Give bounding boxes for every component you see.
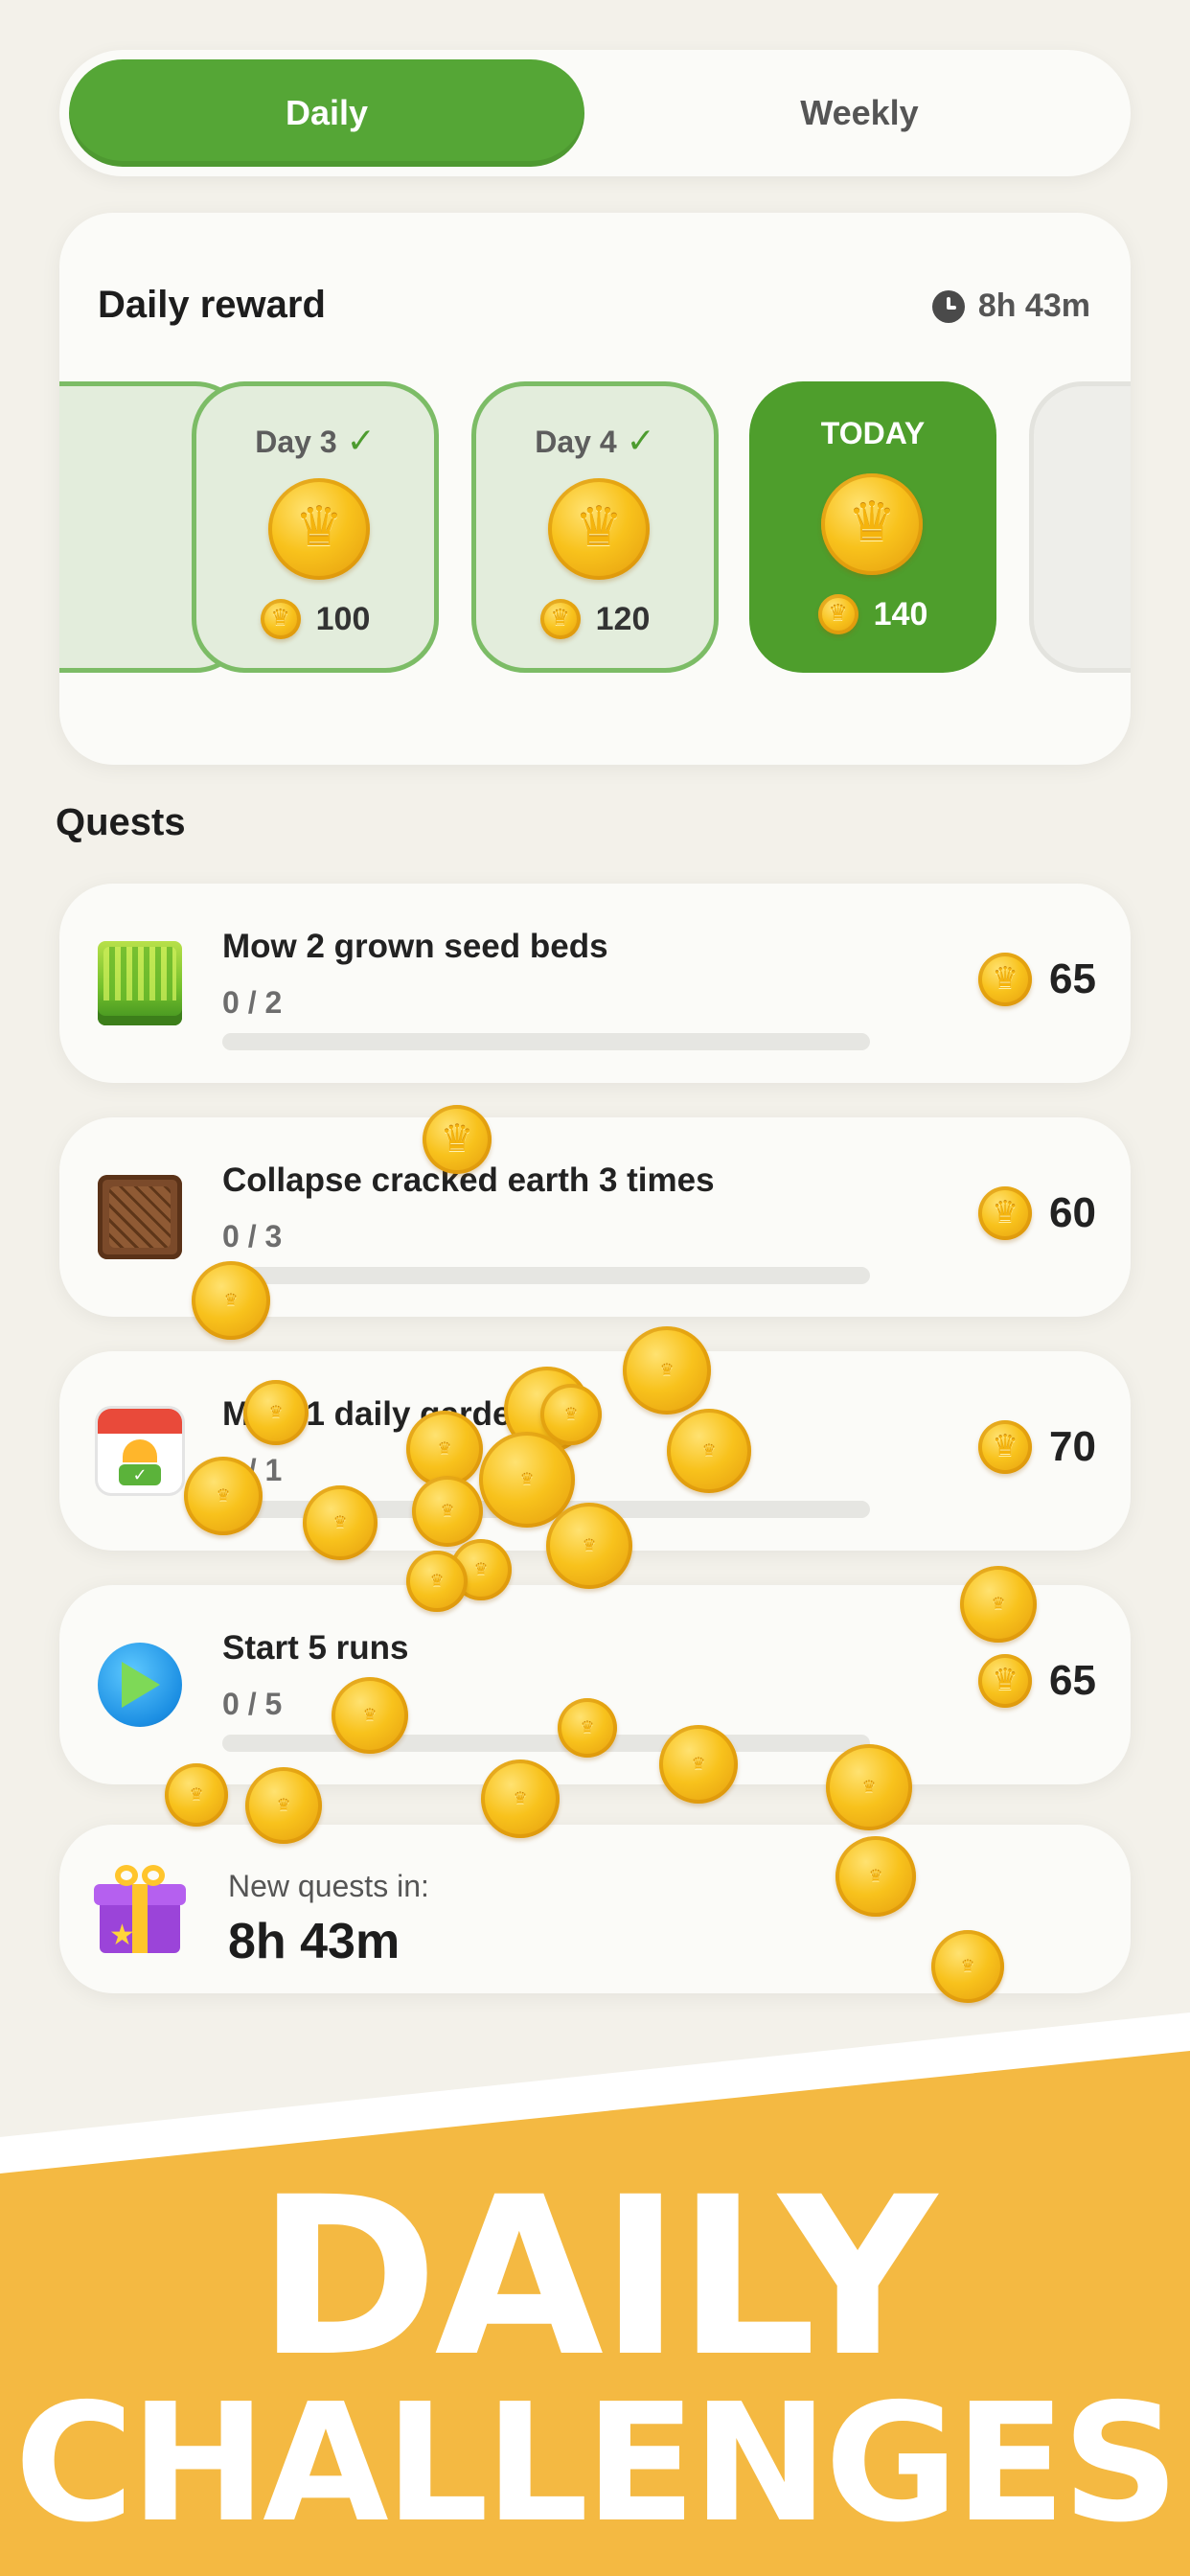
day-amount: 100	[315, 600, 371, 637]
coin-icon	[623, 1326, 711, 1414]
coin-icon	[245, 1767, 322, 1844]
daily-reward-card: Daily reward 8h 43m ✓ Day 3 ✓ 100 Day 4 ✓ …	[59, 213, 1131, 765]
new-quests-timer: 8h 43m	[228, 1914, 400, 1969]
day-label: TODAY	[820, 416, 926, 450]
day-label: Day 3	[255, 425, 337, 459]
coin-icon	[260, 599, 301, 639]
banner-title-line2: CHALLENGES	[14, 2369, 1179, 2559]
coin-icon	[960, 1566, 1037, 1643]
reward-day-4[interactable]: Day 4 ✓ 120	[471, 381, 719, 673]
coin-icon	[659, 1725, 738, 1804]
quest-title: Mow 2 grown seed beds	[222, 928, 608, 965]
reward-timer: 8h 43m	[931, 288, 1090, 325]
reward-day-today[interactable]: TODAY 140	[749, 381, 996, 673]
check-icon: ✓	[626, 421, 655, 460]
coin-icon	[546, 1503, 632, 1589]
day-label: Day 4	[535, 425, 617, 459]
banner-title-line1: DAILY	[257, 2150, 936, 2404]
tab-weekly[interactable]: Weekly	[598, 59, 1121, 167]
day-amount: 140	[873, 595, 928, 632]
quest-progress: 0 / 3	[222, 1219, 283, 1254]
coin-icon	[978, 1654, 1033, 1708]
progress-bar	[222, 1033, 870, 1050]
coin-icon	[548, 478, 650, 580]
quest-reward: 70	[1049, 1423, 1096, 1470]
quest-progress: 0 / 2	[222, 985, 283, 1020]
coin-icon	[165, 1763, 228, 1827]
coin-icon	[423, 1105, 492, 1174]
coin-icon	[826, 1744, 912, 1830]
coin-icon	[978, 1420, 1033, 1474]
coin-icon	[192, 1261, 270, 1340]
calendar-icon: ✓	[98, 1409, 182, 1493]
reward-timer-text: 8h 43m	[977, 288, 1090, 324]
coin-icon	[540, 1384, 602, 1445]
coin-icon	[303, 1485, 378, 1560]
clock-icon	[931, 289, 965, 323]
cracked-earth-icon	[98, 1175, 182, 1259]
quests-heading: Quests	[56, 801, 186, 843]
coin-icon	[931, 1930, 1004, 2003]
coin-icon	[412, 1476, 483, 1547]
grass-icon	[98, 941, 182, 1025]
coin-icon	[184, 1457, 263, 1535]
coin-icon	[978, 953, 1033, 1006]
check-icon: ✓	[346, 421, 376, 460]
period-tabs: Daily Weekly	[59, 50, 1131, 176]
tab-daily[interactable]: Daily	[69, 59, 584, 167]
coin-icon	[268, 478, 370, 580]
day-amount: 120	[595, 600, 651, 637]
progress-bar	[222, 1267, 870, 1284]
coin-icon	[558, 1698, 617, 1758]
reward-day-3[interactable]: Day 3 ✓ 100	[192, 381, 439, 673]
play-icon	[98, 1643, 182, 1727]
quest-reward: 65	[1049, 1657, 1096, 1704]
coin-icon	[406, 1551, 468, 1612]
quest-title: Start 5 runs	[222, 1629, 409, 1667]
new-quests-label: New quests in:	[228, 1869, 429, 1903]
coin-icon	[821, 473, 923, 575]
quest-progress: 0 / 5	[222, 1687, 283, 1721]
quest-reward: 60	[1049, 1189, 1096, 1236]
coin-icon	[817, 594, 858, 634]
quest-card[interactable]: Mow 2 grown seed beds 0 / 2 65	[59, 884, 1131, 1083]
daily-reward-title: Daily reward	[98, 284, 326, 326]
coin-icon	[978, 1186, 1033, 1240]
quest-reward: 65	[1049, 955, 1096, 1002]
reward-day-next	[1029, 381, 1131, 673]
coin-icon	[243, 1380, 309, 1445]
coin-icon	[539, 599, 581, 639]
coin-icon	[835, 1836, 916, 1917]
coin-icon	[667, 1409, 751, 1493]
gift-icon: ★	[94, 1861, 186, 1957]
coin-icon	[332, 1677, 408, 1754]
progress-bar	[222, 1735, 870, 1752]
coin-icon	[481, 1760, 560, 1838]
